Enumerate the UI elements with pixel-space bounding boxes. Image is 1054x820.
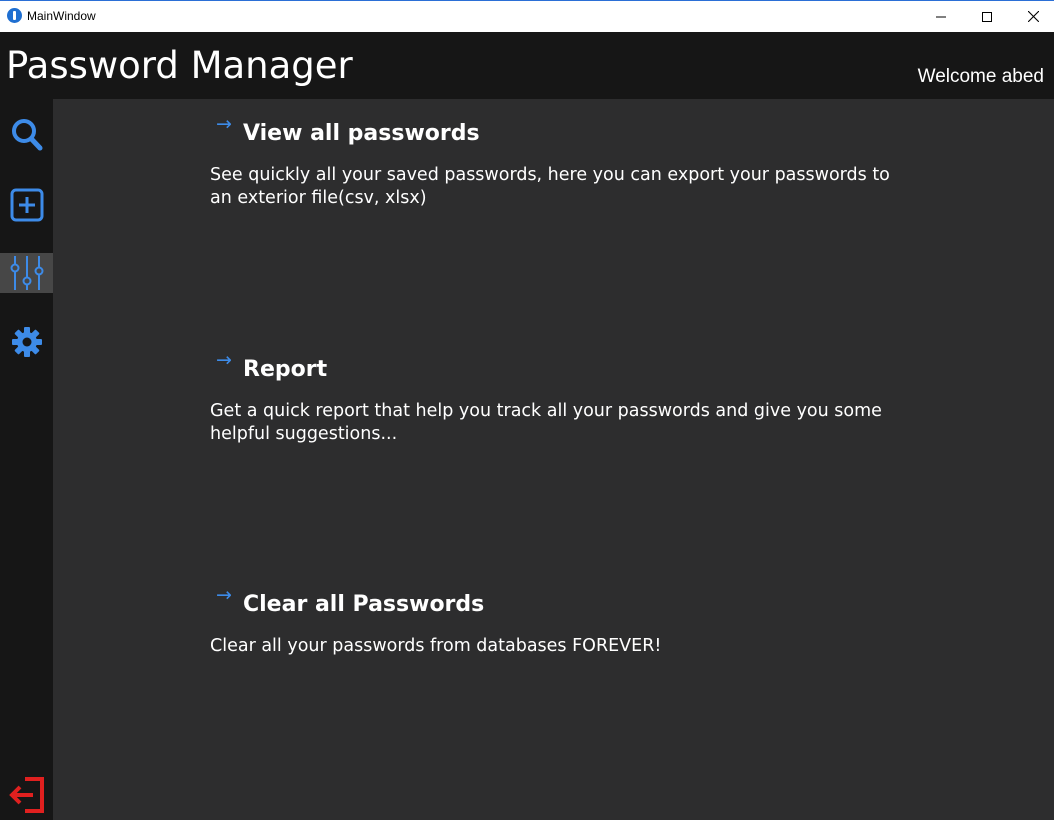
search-icon xyxy=(11,119,42,151)
sidebar xyxy=(0,99,53,820)
window-title: MainWindow xyxy=(27,9,96,23)
section-clear-passwords[interactable]: → Clear all Passwords Clear all your pas… xyxy=(210,584,930,656)
close-icon xyxy=(1027,11,1039,22)
clear-passwords-description: Clear all your passwords from databases … xyxy=(210,636,662,656)
sidebar-item-add[interactable] xyxy=(0,185,53,225)
clear-passwords-heading[interactable]: Clear all Passwords xyxy=(243,592,484,617)
arrow-right-icon: → xyxy=(216,113,232,135)
app-title: Password Manager xyxy=(6,44,353,87)
arrow-right-icon: → xyxy=(216,349,232,371)
sidebar-item-search[interactable] xyxy=(0,115,53,155)
add-square-icon xyxy=(10,188,43,222)
main-window: MainWindow Password Manager Welcome abed xyxy=(0,0,1054,820)
close-button[interactable] xyxy=(1010,1,1054,32)
minimize-button[interactable] xyxy=(918,1,964,32)
section-report[interactable]: → Report Get a quick report that help yo… xyxy=(210,349,930,444)
view-passwords-description: See quickly all your saved passwords, he… xyxy=(210,165,890,208)
report-heading[interactable]: Report xyxy=(243,357,327,382)
minimize-icon xyxy=(936,16,946,17)
view-passwords-heading[interactable]: View all passwords xyxy=(243,121,480,146)
arrow-right-icon: → xyxy=(216,584,232,606)
logout-icon xyxy=(8,777,44,813)
app-header: Password Manager Welcome abed xyxy=(0,32,1054,99)
sidebar-item-settings[interactable] xyxy=(0,322,53,362)
maximize-icon xyxy=(982,11,992,22)
gear-icon xyxy=(11,327,42,357)
welcome-text: Welcome abed xyxy=(917,66,1044,87)
report-description: Get a quick report that help you track a… xyxy=(210,401,882,444)
main-content: → View all passwords See quickly all you… xyxy=(53,99,1054,820)
sliders-icon xyxy=(10,256,43,290)
section-view-passwords[interactable]: → View all passwords See quickly all you… xyxy=(210,113,930,208)
maximize-button[interactable] xyxy=(964,1,1010,32)
sidebar-item-tools[interactable] xyxy=(0,253,53,293)
title-bar: MainWindow xyxy=(0,0,1054,32)
logout-button[interactable] xyxy=(0,775,53,815)
app-info-icon xyxy=(7,8,22,23)
